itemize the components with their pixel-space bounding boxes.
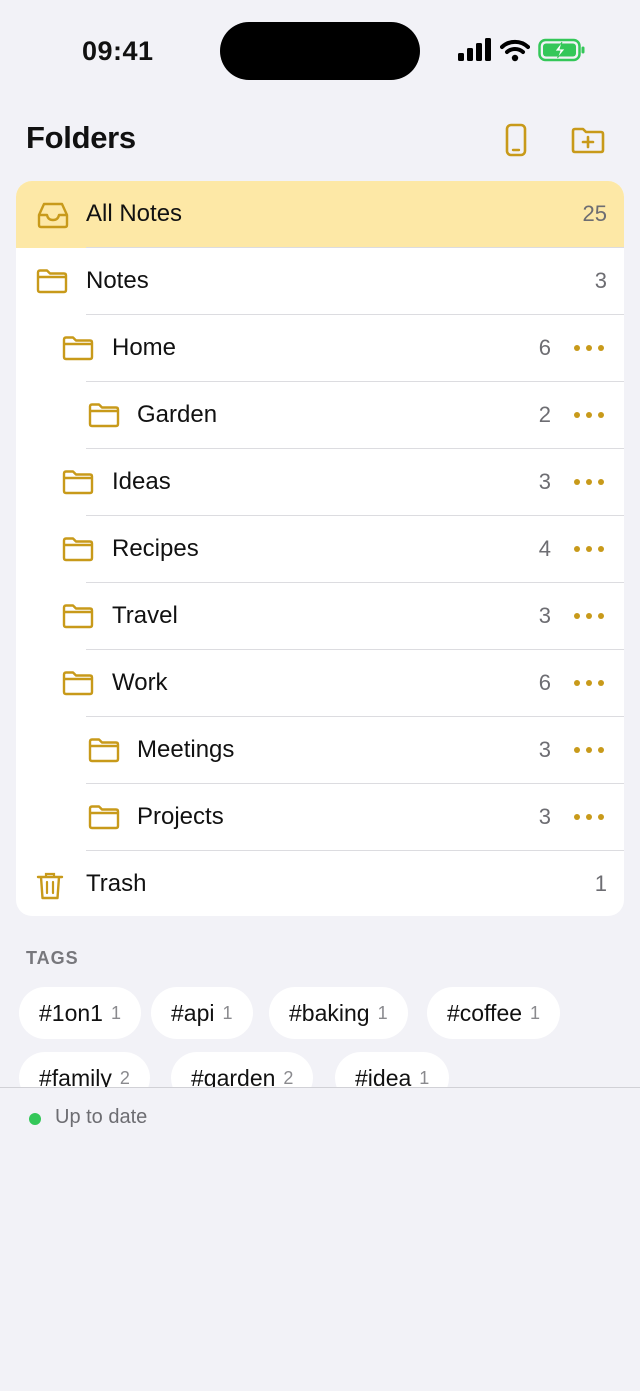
folder-row-work[interactable]: Work 6 bbox=[16, 650, 624, 717]
folder-row-travel[interactable]: Travel 3 bbox=[16, 583, 624, 650]
more-options-icon[interactable] bbox=[574, 536, 604, 562]
tags-list: #1on1 1 #api 1 #baking 1 #coffee 1 #family 2 #gard… bbox=[0, 980, 640, 1087]
folder-label: Recipes bbox=[112, 535, 199, 562]
more-options-icon[interactable] bbox=[574, 804, 604, 830]
tag-count: 1 bbox=[419, 1067, 430, 1088]
folder-label: Home bbox=[112, 334, 177, 361]
folder-icon bbox=[88, 402, 120, 433]
folder-count: 4 bbox=[538, 536, 551, 561]
folder-count: 3 bbox=[594, 268, 607, 293]
status-bar: 09:41 bbox=[0, 0, 640, 100]
tag-chip-1on1[interactable]: #1on1 1 bbox=[19, 987, 141, 1039]
cellular-signal-icon bbox=[458, 38, 491, 61]
folder-icon bbox=[62, 536, 94, 567]
folders-screen: 09:41 Folders All Notes 25 Notes 3 Home … bbox=[0, 0, 640, 1391]
status-time: 09:41 bbox=[82, 36, 154, 66]
tag-name: #api bbox=[171, 999, 215, 1026]
tag-count: 2 bbox=[119, 1067, 130, 1088]
tag-name: #1on1 bbox=[39, 999, 103, 1026]
folder-row-all-notes[interactable]: All Notes 25 bbox=[16, 181, 624, 248]
footer-divider bbox=[0, 1087, 640, 1088]
folder-icon bbox=[62, 670, 94, 701]
sync-status-text: Up to date bbox=[55, 1106, 148, 1128]
page-title: Folders bbox=[26, 120, 136, 155]
folders-list: All Notes 25 Notes 3 Home 6 Garden 2 Ideas 3 Recip… bbox=[16, 181, 624, 916]
folder-count: 6 bbox=[538, 670, 551, 695]
folder-row-trash[interactable]: Trash 1 bbox=[16, 851, 624, 916]
new-folder-button[interactable] bbox=[570, 122, 606, 158]
folder-plus-icon bbox=[571, 127, 605, 154]
folder-count: 3 bbox=[538, 804, 551, 829]
folder-row-home[interactable]: Home 6 bbox=[16, 315, 624, 382]
folder-row-meetings[interactable]: Meetings 3 bbox=[16, 717, 624, 784]
tag-count: 1 bbox=[222, 1002, 233, 1023]
more-options-icon[interactable] bbox=[574, 603, 604, 629]
tag-name: #coffee bbox=[447, 999, 523, 1026]
sync-status-dot bbox=[29, 1113, 41, 1125]
tag-name: #garden bbox=[191, 1064, 276, 1088]
folder-label: Travel bbox=[112, 602, 178, 629]
more-options-icon[interactable] bbox=[574, 402, 604, 428]
more-options-icon[interactable] bbox=[574, 335, 604, 361]
folder-icon bbox=[62, 469, 94, 500]
folder-label: Ideas bbox=[112, 468, 171, 495]
folder-label: Trash bbox=[86, 870, 147, 897]
device-toggle-button[interactable] bbox=[498, 122, 534, 158]
tag-chip-idea[interactable]: #idea 1 bbox=[335, 1052, 450, 1088]
folder-count: 6 bbox=[538, 335, 551, 360]
tag-count: 2 bbox=[283, 1067, 294, 1088]
tag-name: #idea bbox=[355, 1064, 412, 1088]
folder-icon bbox=[62, 603, 94, 634]
folder-count: 3 bbox=[538, 737, 551, 762]
tags-heading: TAGS bbox=[26, 948, 79, 968]
tag-count: 1 bbox=[110, 1002, 121, 1023]
phone-icon bbox=[505, 123, 527, 157]
folder-count: 2 bbox=[538, 402, 551, 427]
tag-name: #family bbox=[39, 1064, 112, 1088]
folder-row-garden[interactable]: Garden 2 bbox=[16, 382, 624, 449]
tag-count: 1 bbox=[530, 1002, 541, 1023]
folder-label: Garden bbox=[137, 401, 218, 428]
folder-label: All Notes bbox=[86, 200, 183, 227]
folder-label: Notes bbox=[86, 267, 149, 294]
battery-charging-icon bbox=[538, 38, 585, 62]
folder-label: Meetings bbox=[137, 736, 235, 763]
more-options-icon[interactable] bbox=[574, 670, 604, 696]
folder-icon bbox=[62, 335, 94, 366]
more-options-icon[interactable] bbox=[574, 737, 604, 763]
trash-icon bbox=[36, 871, 64, 906]
folder-label: Work bbox=[112, 669, 168, 696]
folder-row-recipes[interactable]: Recipes 4 bbox=[16, 516, 624, 583]
tag-count: 1 bbox=[377, 1002, 388, 1023]
tray-icon bbox=[36, 201, 70, 234]
folder-count: 3 bbox=[538, 469, 551, 494]
folder-icon bbox=[88, 804, 120, 835]
dynamic-island bbox=[220, 22, 420, 80]
tag-chip-baking[interactable]: #baking 1 bbox=[269, 987, 408, 1039]
more-options-icon[interactable] bbox=[574, 469, 604, 495]
folder-row-projects[interactable]: Projects 3 bbox=[16, 784, 624, 851]
folder-row-ideas[interactable]: Ideas 3 bbox=[16, 449, 624, 516]
folder-label: Projects bbox=[137, 803, 224, 830]
folder-row-notes[interactable]: Notes 3 bbox=[16, 248, 624, 315]
folder-count: 25 bbox=[582, 201, 607, 226]
tag-name: #baking bbox=[289, 999, 370, 1026]
tag-chip-family[interactable]: #family 2 bbox=[19, 1052, 150, 1087]
wifi-icon bbox=[500, 39, 530, 62]
tag-chip-garden[interactable]: #garden 2 bbox=[171, 1052, 314, 1088]
tag-chip-api[interactable]: #api 1 bbox=[151, 987, 253, 1039]
tag-chip-coffee[interactable]: #coffee 1 bbox=[427, 987, 561, 1039]
folder-icon bbox=[88, 737, 120, 768]
folder-count: 1 bbox=[594, 871, 607, 896]
folder-count: 3 bbox=[538, 603, 551, 628]
folder-icon bbox=[36, 268, 68, 299]
